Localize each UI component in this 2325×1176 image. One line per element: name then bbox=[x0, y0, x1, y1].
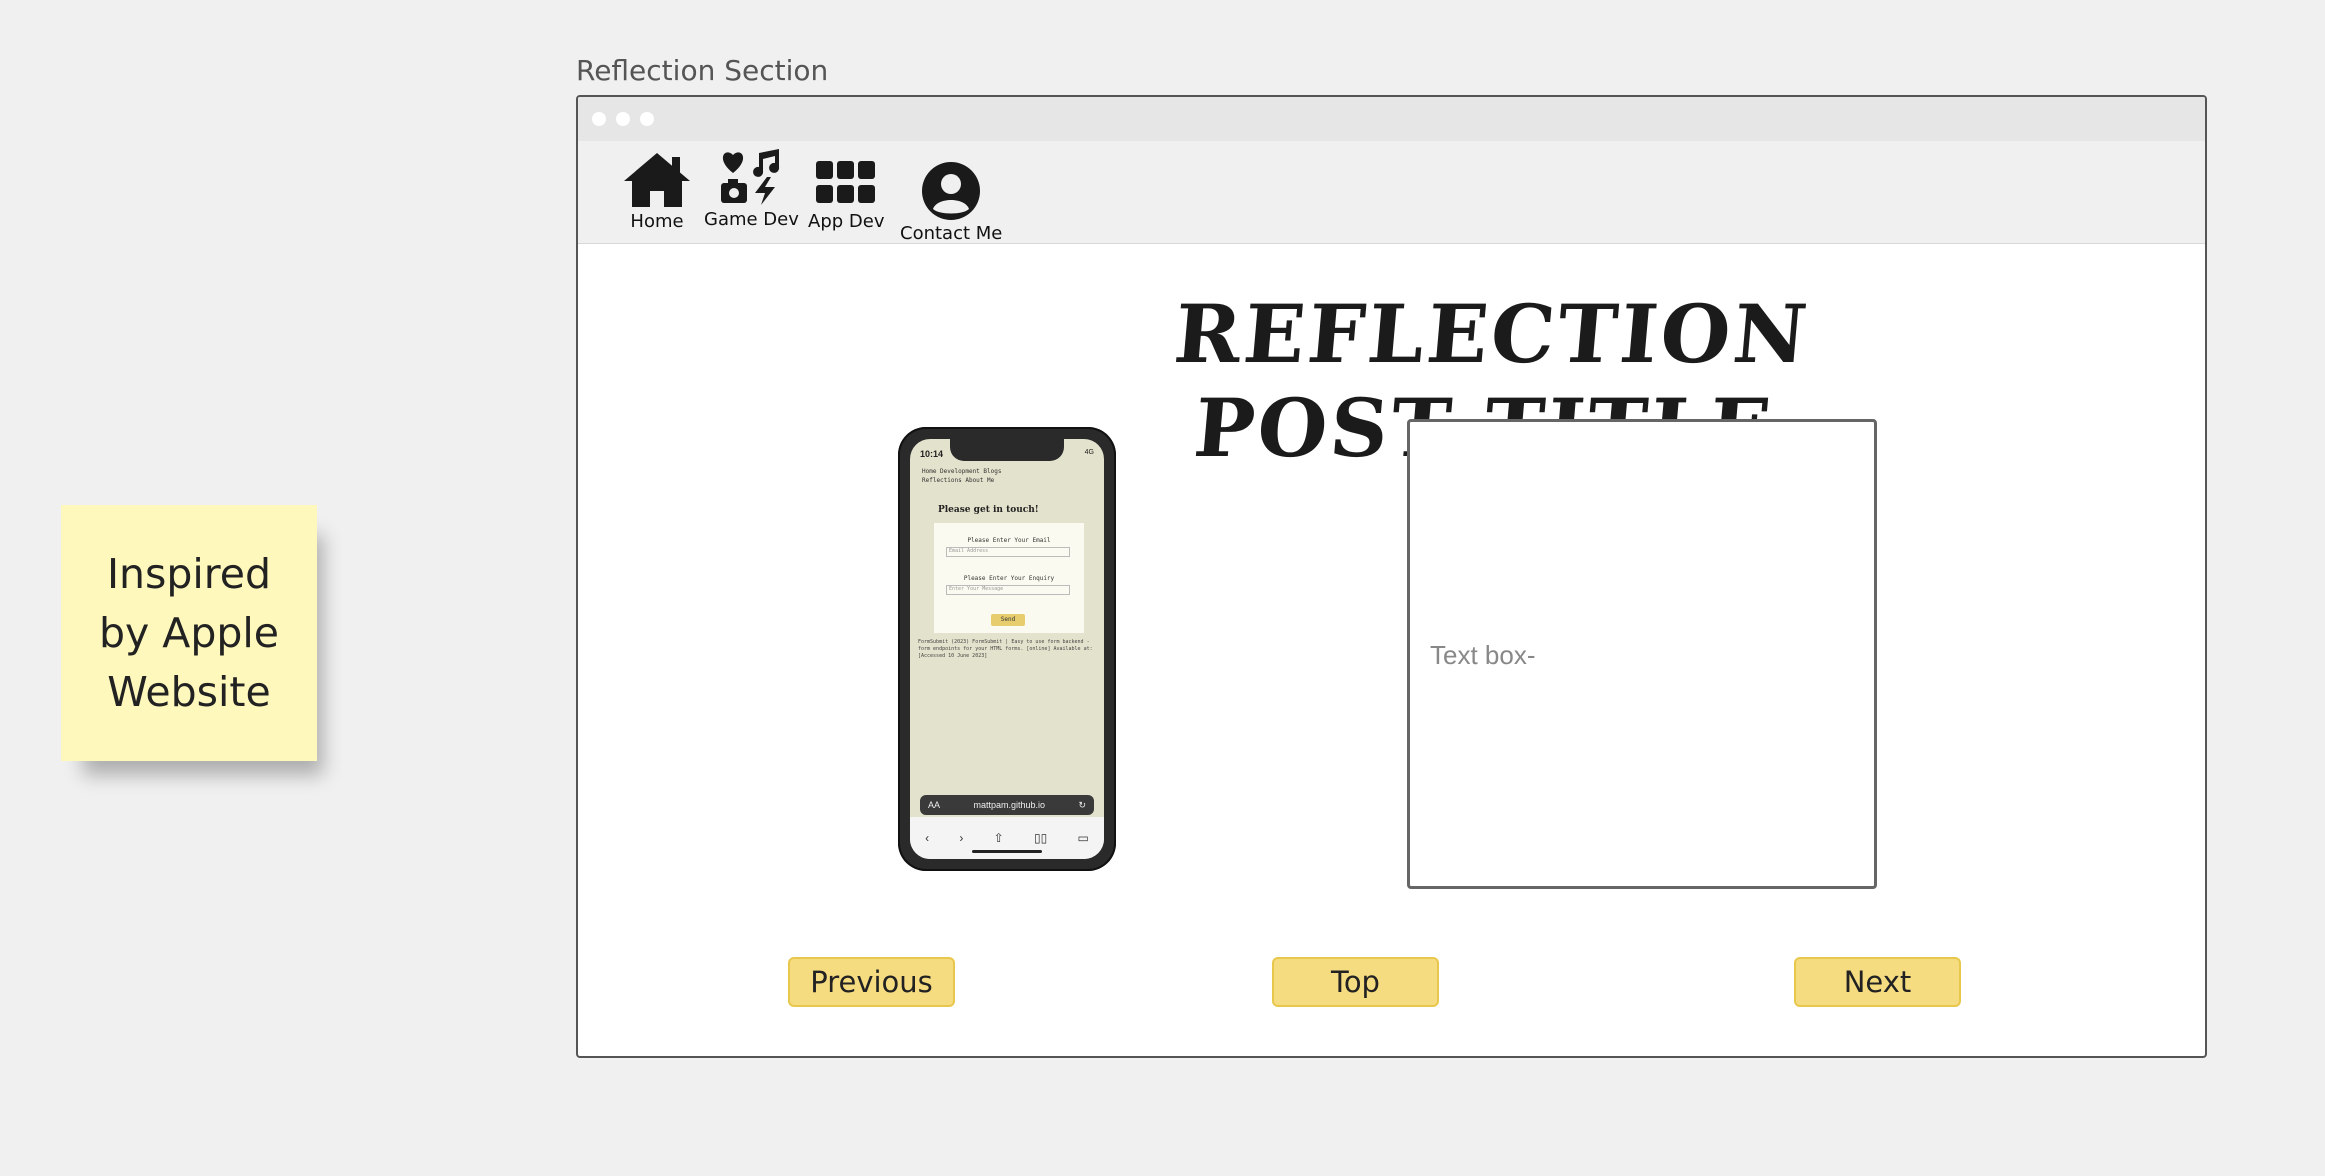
nav-label-home: Home bbox=[630, 211, 684, 232]
reflection-text-box[interactable]: Text box- bbox=[1407, 419, 1877, 889]
phone-text-size-icon: AA bbox=[928, 800, 941, 810]
nav-label-game-dev: Game Dev bbox=[704, 209, 799, 230]
phone-nav-line: Home Development Blogs bbox=[922, 468, 1002, 475]
top-button[interactable]: Top bbox=[1272, 957, 1439, 1007]
text-box-placeholder: Text box- bbox=[1430, 640, 1536, 670]
nav-label-app-dev: App Dev bbox=[808, 211, 885, 232]
phone-mockup-image: 10:14 4G Home Development Blogs Reflecti… bbox=[898, 427, 1116, 871]
section-label: Reflection Section bbox=[576, 54, 829, 87]
phone-email-label: Please Enter Your Email bbox=[967, 537, 1051, 544]
nav-item-contact-me[interactable]: Contact Me bbox=[900, 161, 1002, 244]
phone-site-nav: Home Development Blogs Reflections About… bbox=[922, 467, 1096, 485]
phone-share-icon: ⇧ bbox=[993, 831, 1004, 845]
nav-item-app-dev[interactable]: App Dev bbox=[808, 159, 884, 232]
phone-enquiry-label: Please Enter Your Enquiry bbox=[963, 575, 1055, 582]
sticky-note: Inspired by Apple Website bbox=[61, 505, 317, 761]
home-icon bbox=[624, 153, 690, 207]
browser-window: Home Game Dev App Dev Contact Me REFLECT… bbox=[576, 95, 2207, 1058]
grid-apps-icon bbox=[816, 161, 876, 203]
phone-notch bbox=[950, 439, 1064, 461]
phone-contact-form: Please Enter Your Email Email Address Pl… bbox=[934, 523, 1084, 633]
phone-email-input: Email Address bbox=[946, 547, 1070, 557]
media-collage-icon bbox=[721, 149, 780, 205]
window-maximize-dot[interactable] bbox=[640, 112, 654, 126]
phone-reload-icon: ↻ bbox=[1078, 799, 1086, 810]
phone-tabs-icon: ▭ bbox=[1077, 831, 1089, 845]
window-minimize-dot[interactable] bbox=[616, 112, 630, 126]
sticky-note-text: Inspired by Apple Website bbox=[98, 549, 280, 716]
phone-home-indicator bbox=[972, 850, 1042, 853]
nav-label-contact-me: Contact Me bbox=[900, 223, 1003, 244]
window-titlebar bbox=[578, 97, 2205, 141]
phone-footer-text: FormSubmit (2023) FormSubmit | Easy to u… bbox=[918, 639, 1093, 659]
phone-forward-icon: › bbox=[959, 831, 964, 845]
window-close-dot[interactable] bbox=[592, 112, 606, 126]
phone-url-bar: AA mattpam.github.io ↻ bbox=[920, 795, 1094, 815]
phone-nav-line: Reflections About Me bbox=[922, 477, 995, 484]
phone-status: 4G bbox=[1084, 449, 1094, 456]
navigation-bar: Home Game Dev App Dev Contact Me bbox=[578, 141, 2205, 244]
phone-send-button: Send bbox=[991, 614, 1025, 626]
phone-url: mattpam.github.io bbox=[973, 800, 1045, 810]
phone-back-icon: ‹ bbox=[925, 831, 930, 845]
nav-item-home[interactable]: Home bbox=[622, 151, 692, 232]
next-button[interactable]: Next bbox=[1794, 957, 1961, 1007]
phone-enquiry-input: Enter Your Message bbox=[946, 585, 1070, 595]
phone-heading: Please get in touch! bbox=[938, 505, 1039, 515]
previous-button[interactable]: Previous bbox=[788, 957, 955, 1007]
phone-time: 10:14 bbox=[920, 449, 944, 459]
phone-bookmarks-icon: ▯▯ bbox=[1033, 831, 1048, 845]
phone-screen: 10:14 4G Home Development Blogs Reflecti… bbox=[910, 439, 1104, 859]
user-circle-icon bbox=[922, 162, 981, 220]
nav-item-game-dev[interactable]: Game Dev bbox=[704, 147, 799, 230]
